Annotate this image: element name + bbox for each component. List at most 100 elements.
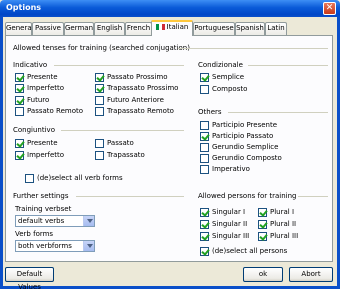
checkbox-label: Singular I bbox=[212, 208, 246, 216]
divider bbox=[228, 112, 328, 113]
checkbox-label: Singular II bbox=[212, 220, 248, 228]
title-bar[interactable]: Options ✕ bbox=[0, 0, 340, 17]
chevron-down-icon[interactable] bbox=[83, 216, 94, 226]
italian-options-panel: Allowed tenses for training (searched co… bbox=[5, 35, 333, 262]
divider bbox=[54, 65, 184, 66]
tab-label: Spanish bbox=[236, 24, 264, 32]
tab-label: General bbox=[6, 24, 34, 32]
checkbox-box[interactable] bbox=[95, 107, 104, 116]
checkbox-box[interactable] bbox=[95, 139, 104, 148]
verb-forms-label: Verb forms bbox=[15, 230, 54, 238]
checkbox-box[interactable] bbox=[95, 151, 104, 160]
checkbox-box[interactable] bbox=[15, 151, 24, 160]
checkbox-box[interactable] bbox=[15, 107, 24, 116]
divider bbox=[61, 130, 184, 131]
allowed-tenses-heading: Allowed tenses for training (searched co… bbox=[13, 44, 190, 52]
checkbox-label: Composto bbox=[212, 85, 248, 93]
checkbox-label: Gerundio Composto bbox=[212, 154, 282, 162]
default-values-button[interactable]: Default Values bbox=[5, 267, 54, 289]
tab-label: Italian bbox=[166, 23, 189, 31]
checkbox-box[interactable] bbox=[258, 232, 267, 241]
checkbox-label: Futuro Anteriore bbox=[107, 96, 164, 104]
tab-german[interactable]: German bbox=[64, 22, 94, 35]
checkbox-box[interactable] bbox=[15, 84, 24, 93]
checkbox-box[interactable] bbox=[200, 247, 209, 256]
checkbox-label: Trapassato bbox=[107, 151, 145, 159]
ok-button[interactable]: ok bbox=[243, 267, 283, 282]
tab-portuguese[interactable]: Portuguese bbox=[193, 22, 235, 35]
indicativo-heading: Indicativo bbox=[13, 61, 48, 69]
checkbox-label: Trapassato Remoto bbox=[107, 107, 174, 115]
button-label: ok bbox=[258, 270, 268, 278]
checkbox-label: Passato bbox=[107, 139, 134, 147]
training-verbset-select[interactable]: default verbs bbox=[15, 215, 95, 227]
tab-passive[interactable]: Passive bbox=[32, 22, 64, 35]
checkbox-box[interactable] bbox=[15, 73, 24, 82]
checkbox-label: Passato Remoto bbox=[27, 107, 84, 115]
checkbox-box[interactable] bbox=[200, 132, 209, 141]
abort-button[interactable]: Abort bbox=[289, 267, 333, 282]
checkbox-label: Futuro bbox=[27, 96, 50, 104]
checkbox-box[interactable] bbox=[258, 220, 267, 229]
tab-spanish[interactable]: Spanish bbox=[235, 22, 265, 35]
tab-label: Latin bbox=[267, 24, 285, 32]
checkbox-box[interactable] bbox=[95, 73, 104, 82]
checkbox-label: Semplice bbox=[212, 73, 245, 81]
checkbox-box[interactable] bbox=[200, 220, 209, 229]
button-label: Default Values bbox=[16, 270, 43, 289]
condizionale-heading: Condizionale bbox=[198, 61, 243, 69]
checkbox-label: Imperfetto bbox=[27, 151, 65, 159]
checkbox-label: Participio Passato bbox=[212, 132, 274, 140]
tab-label: Portuguese bbox=[194, 24, 234, 32]
others-heading: Others bbox=[198, 108, 222, 116]
training-verbset-label: Training verbset bbox=[15, 205, 72, 213]
checkbox-box[interactable] bbox=[200, 232, 209, 241]
checkbox-box[interactable] bbox=[200, 165, 209, 174]
tab-general[interactable]: General bbox=[5, 22, 34, 35]
tab-french[interactable]: French bbox=[125, 22, 152, 35]
checkbox-label: Plural I bbox=[270, 208, 295, 216]
checkbox-label: Gerundio Semplice bbox=[212, 143, 279, 151]
checkbox-label: Imperativo bbox=[212, 165, 250, 173]
select-value: both verbforms bbox=[18, 242, 72, 250]
checkbox-label: Passato Prossimo bbox=[107, 73, 168, 81]
checkbox-label: (de)select all verb forms bbox=[37, 174, 123, 182]
tab-label: English bbox=[96, 24, 123, 32]
checkbox-box[interactable] bbox=[95, 84, 104, 93]
tab-latin[interactable]: Latin bbox=[265, 22, 287, 35]
checkbox-label: Trapassato Prossimo bbox=[107, 84, 179, 92]
checkbox-box[interactable] bbox=[200, 121, 209, 130]
tab-label: French bbox=[126, 24, 151, 32]
checkbox-box[interactable] bbox=[95, 96, 104, 105]
tab-italian[interactable]: Italian bbox=[151, 20, 193, 36]
chevron-down-icon[interactable] bbox=[83, 241, 94, 251]
checkbox-box[interactable] bbox=[258, 208, 267, 217]
checkbox-box[interactable] bbox=[200, 143, 209, 152]
divider bbox=[248, 65, 328, 66]
checkbox-box[interactable] bbox=[200, 73, 209, 82]
allowed-persons-heading: Allowed persons for training bbox=[198, 192, 297, 200]
checkbox-box[interactable] bbox=[200, 154, 209, 163]
checkbox-label: Singular III bbox=[212, 232, 250, 240]
further-settings-heading: Further settings bbox=[13, 192, 69, 200]
checkbox-label: Presente bbox=[27, 139, 58, 147]
checkbox-label: Plural III bbox=[270, 232, 299, 240]
congiuntivo-heading: Congiuntivo bbox=[13, 126, 55, 134]
italy-flag-icon bbox=[155, 23, 165, 30]
divider bbox=[178, 48, 328, 49]
checkbox-label: Presente bbox=[27, 73, 58, 81]
checkbox-label: (de)select all persons bbox=[212, 247, 288, 255]
checkbox-box[interactable] bbox=[200, 85, 209, 94]
verb-forms-select[interactable]: both verbforms bbox=[15, 240, 95, 252]
checkbox-label: Participio Presente bbox=[212, 121, 278, 129]
checkbox-box[interactable] bbox=[25, 174, 34, 183]
tab-label: Passive bbox=[35, 24, 61, 32]
select-value: default verbs bbox=[18, 217, 65, 225]
divider bbox=[76, 196, 184, 197]
checkbox-box[interactable] bbox=[15, 139, 24, 148]
divider bbox=[298, 196, 328, 197]
checkbox-box[interactable] bbox=[15, 96, 24, 105]
close-button[interactable]: ✕ bbox=[323, 2, 336, 15]
checkbox-box[interactable] bbox=[200, 208, 209, 217]
tab-english[interactable]: English bbox=[94, 22, 125, 35]
